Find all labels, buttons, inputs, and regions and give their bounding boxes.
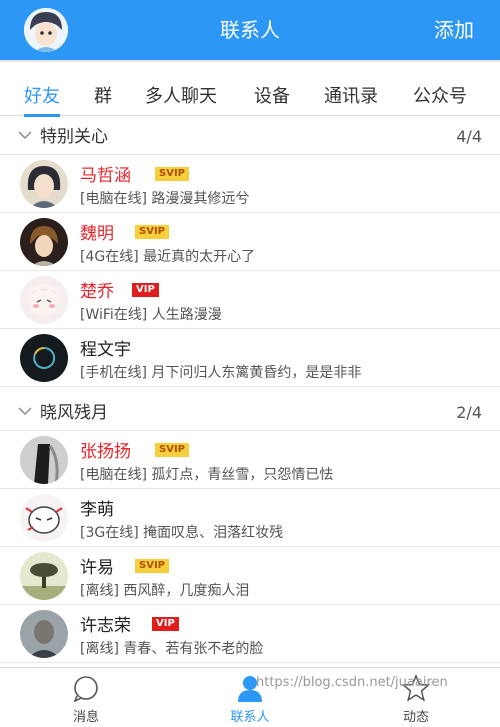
group-count: 4/4: [456, 127, 482, 146]
tab-multi-chat[interactable]: 多人聊天: [145, 62, 217, 116]
contact-row[interactable]: 张扬扬 SVIP [电脑在线] 孤灯点，青丝雪，只怨情已怯: [0, 431, 500, 489]
avatar: [20, 276, 68, 324]
contact-status: [离线] 西风醉，几度痴人泪: [80, 583, 250, 599]
contact-name: 张扬扬: [80, 442, 131, 462]
nav-label: 消息: [72, 710, 99, 725]
contact-tabs: 好友 群 多人聊天 设备 通讯录 公众号: [0, 60, 500, 117]
contact-name: 程文宇: [80, 340, 131, 360]
contact-name: 魏明: [80, 224, 114, 244]
nav-label: 动态: [402, 710, 429, 725]
avatar: [20, 552, 68, 600]
avatar: [20, 218, 68, 266]
contact-status: [手机在线] 月下问归人东篱黄昏约，是是非非: [80, 365, 362, 381]
contact-status: [离线] 青春、若有张不老的脸: [80, 641, 264, 657]
vip-badge: VIP: [152, 617, 179, 631]
contact-status: [WiFi在线] 人生路漫漫: [80, 307, 222, 323]
contact-name: 马哲涵: [80, 166, 131, 186]
nav-messages[interactable]: 消息: [36, 668, 136, 727]
svip-badge: SVIP: [155, 443, 189, 457]
nav-label: 联系人: [230, 710, 270, 725]
group-count: 2/4: [456, 403, 482, 422]
contact-status: [3G在线] 掩面叹息、泪落红妆残: [80, 525, 284, 541]
avatar: [20, 436, 68, 484]
avatar: [20, 610, 68, 658]
contact-row[interactable]: 许易 SVIP [离线] 西风醉，几度痴人泪: [0, 547, 500, 605]
contact-name: 许志荣: [80, 616, 131, 636]
tab-address-book[interactable]: 通讯录: [324, 62, 378, 116]
contact-row[interactable]: 魏明 SVIP [4G在线] 最近真的太开心了: [0, 213, 500, 271]
tab-friends[interactable]: 好友: [24, 62, 60, 117]
add-button[interactable]: 添加: [434, 0, 474, 60]
chevron-down-icon: [18, 131, 32, 139]
svip-badge: SVIP: [155, 167, 189, 181]
chevron-down-icon: [18, 407, 32, 415]
contact-status: [电脑在线] 路漫漫其修远兮: [80, 191, 250, 207]
group-header-special[interactable]: 特别关心 4/4: [0, 117, 500, 155]
tab-official-accounts[interactable]: 公众号: [413, 62, 467, 116]
contact-row[interactable]: 程文宇 [手机在线] 月下问归人东篱黄昏约，是是非非: [0, 329, 500, 387]
contact-row[interactable]: 许志荣 VIP [离线] 青春、若有张不老的脸: [0, 605, 500, 663]
contact-row[interactable]: 马哲涵 SVIP [电脑在线] 路漫漫其修远兮: [0, 155, 500, 213]
contact-status: [电脑在线] 孤灯点，青丝雪，只怨情已怯: [80, 467, 334, 483]
contact-name: 楚乔: [80, 282, 114, 302]
contact-status: [4G在线] 最近真的太开心了: [80, 249, 256, 265]
message-icon: [73, 676, 98, 702]
vip-badge: VIP: [132, 283, 159, 297]
group-name: 特别关心: [40, 127, 108, 147]
avatar: [20, 160, 68, 208]
svip-badge: SVIP: [135, 225, 169, 239]
tab-groups[interactable]: 群: [94, 62, 112, 116]
avatar: [20, 334, 68, 382]
group-header-dawn-wind[interactable]: 晓风残月 2/4: [0, 393, 500, 431]
tab-devices[interactable]: 设备: [254, 62, 290, 116]
app-header: 联系人 添加: [0, 0, 500, 60]
contact-name: 李萌: [80, 500, 114, 520]
contact-row[interactable]: 李萌 [3G在线] 掩面叹息、泪落红妆残: [0, 489, 500, 547]
group-name: 晓风残月: [40, 403, 108, 423]
svip-badge: SVIP: [135, 559, 169, 573]
avatar: [20, 494, 68, 542]
watermark: https://blog.csdn.net/juaairen: [256, 675, 448, 690]
contact-row[interactable]: 楚乔 VIP [WiFi在线] 人生路漫漫: [0, 271, 500, 329]
header-title: 联系人: [220, 18, 280, 42]
contact-name: 许易: [80, 558, 114, 578]
